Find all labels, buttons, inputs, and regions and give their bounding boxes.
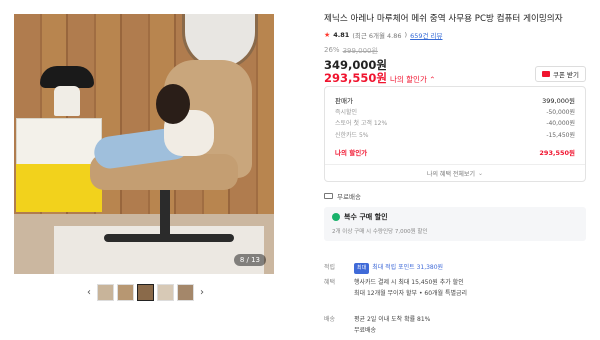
points-badge: 최대: [354, 263, 370, 274]
breakdown-total-label: 나의 할인가: [335, 148, 368, 157]
truck-icon: [324, 193, 333, 199]
rating-detail: (최근 6개월 4.86: [352, 32, 402, 40]
photo-person-hair: [156, 84, 190, 124]
breakdown-total-amount: 293,550원: [539, 148, 575, 157]
breakdown-total-row: 나의 할인가 293,550원: [335, 146, 575, 158]
photo-chair-base: [104, 234, 234, 242]
thumbnail-2[interactable]: [117, 283, 134, 301]
thumbnail-strip: ‹ ›: [84, 282, 207, 302]
points-text[interactable]: 최대 적립 포인트 31,380원: [372, 264, 443, 271]
breakdown-row: 스토어 첫 고객 12% -40,000원: [335, 117, 575, 129]
breakdown-label: 스토어 첫 고객 12%: [335, 120, 388, 128]
discount-percent: 26%: [324, 46, 340, 54]
multi-buy-desc: 2개 이상 구매 시 수량인당 7,000원 할인: [332, 229, 428, 235]
review-count-link[interactable]: 659건 리뷰: [410, 30, 442, 40]
photo-lamp-base: [54, 86, 80, 116]
chevron-down-icon: ⌄: [477, 169, 483, 177]
breakdown-label: 즉시할인: [335, 108, 358, 116]
view-all-benefits-label: 나의 혜택 전체보기: [426, 170, 475, 178]
breakdown-amount: -50,000원: [546, 108, 575, 116]
delivery-key: 배송: [324, 316, 336, 323]
breakdown-amount: -15,450원: [546, 131, 575, 139]
breakdown-label: 판매가: [335, 96, 353, 105]
delivery-line-2: 무료배송: [354, 327, 377, 334]
photo-lamp-shade: [40, 66, 94, 88]
view-all-benefits-button[interactable]: 나의 혜택 전체보기 ⌄: [325, 164, 585, 181]
coupon-icon: [542, 71, 550, 77]
benefit-line-2: 최대 12개월 무이자 할부 • 60개월 특별금리: [354, 290, 468, 297]
delivery-value: 평균 2일 이내 도착 확률 81% 무료배송: [354, 314, 430, 336]
thumbnail-1[interactable]: [97, 283, 114, 301]
chevron-left-icon[interactable]: ‹: [84, 287, 94, 298]
thumbnail-3-selected[interactable]: [137, 283, 154, 301]
chevron-right-icon[interactable]: ›: [197, 287, 207, 298]
main-product-image[interactable]: 8 / 13: [14, 14, 274, 274]
benefit-line-1: 행사카드 결제 시 최대 15,450원 추가 할인: [354, 279, 464, 286]
benefit-value: 행사카드 결제 시 최대 15,450원 추가 할인 최대 12개월 무이자 할…: [354, 277, 467, 299]
my-sale-price: 293,550원: [324, 71, 387, 85]
rating-row: ★ 4.81 (최근 6개월 4.86) 659건 리뷰: [324, 30, 443, 40]
rating-detail-end: ): [404, 31, 408, 39]
delivery-line-1: 평균 2일 이내 도착 확률 81%: [354, 316, 431, 323]
discount-icon: [332, 213, 340, 221]
shipping-label: 무료배송: [337, 193, 361, 201]
shipping-row: 무료배송: [324, 191, 361, 201]
coupon-button-label: 쿠폰 받기: [553, 71, 579, 79]
image-counter: 8 / 13: [233, 254, 266, 266]
original-price-row: 26% 399,000원: [324, 46, 378, 56]
price-breakdown: 판매가 399,000원 즉시할인 -50,000원 스토어 첫 고객 12% …: [324, 86, 586, 182]
my-sale-label[interactable]: 나의 할인가 ⌃: [390, 74, 436, 85]
product-title: 제닉스 아레나 마루체어 메쉬 중역 사무용 PC방 컴퓨터 게이밍의자: [324, 14, 563, 24]
my-sale-row[interactable]: 293,550원 나의 할인가 ⌃: [324, 70, 436, 86]
breakdown-label: 신한카드 5%: [335, 131, 369, 139]
breakdown-row: 신한카드 5% -15,450원: [335, 129, 575, 141]
star-icon: ★: [324, 31, 331, 39]
thumbnail-5[interactable]: [177, 283, 194, 301]
multi-buy-title: 복수 구매 할인: [344, 213, 388, 221]
product-info: 제닉스 아레나 마루체어 메쉬 중역 사무용 PC방 컴퓨터 게이밍의자: [324, 14, 586, 25]
points-key: 적립: [324, 264, 336, 271]
coupon-button[interactable]: 쿠폰 받기: [535, 66, 586, 82]
thumbnail-4[interactable]: [157, 283, 174, 301]
benefit-row: 혜택 행사카드 결제 시 최대 15,450원 추가 할인 최대 12개월 무이…: [324, 277, 467, 299]
points-row: 적립 최대 최대 적립 포인트 31,380원: [324, 262, 443, 274]
benefit-key: 혜택: [324, 279, 336, 286]
breakdown-row: 판매가 399,000원: [335, 94, 575, 106]
rating-score: 4.81: [333, 31, 350, 39]
points-value: 최대 최대 적립 포인트 31,380원: [354, 262, 443, 274]
original-price: 399,000원: [342, 47, 378, 55]
delivery-row: 배송 평균 2일 이내 도착 확률 81% 무료배송: [324, 314, 430, 336]
breakdown-row: 즉시할인 -50,000원: [335, 106, 575, 118]
photo-chair-pole: [160, 190, 170, 236]
multi-buy-header: 복수 구매 할인: [332, 212, 578, 222]
multi-buy-discount: 복수 구매 할인 2개 이상 구매 시 수량인당 7,000원 할인: [324, 207, 586, 241]
breakdown-amount: 399,000원: [542, 96, 575, 105]
breakdown-amount: -40,000원: [546, 120, 575, 128]
